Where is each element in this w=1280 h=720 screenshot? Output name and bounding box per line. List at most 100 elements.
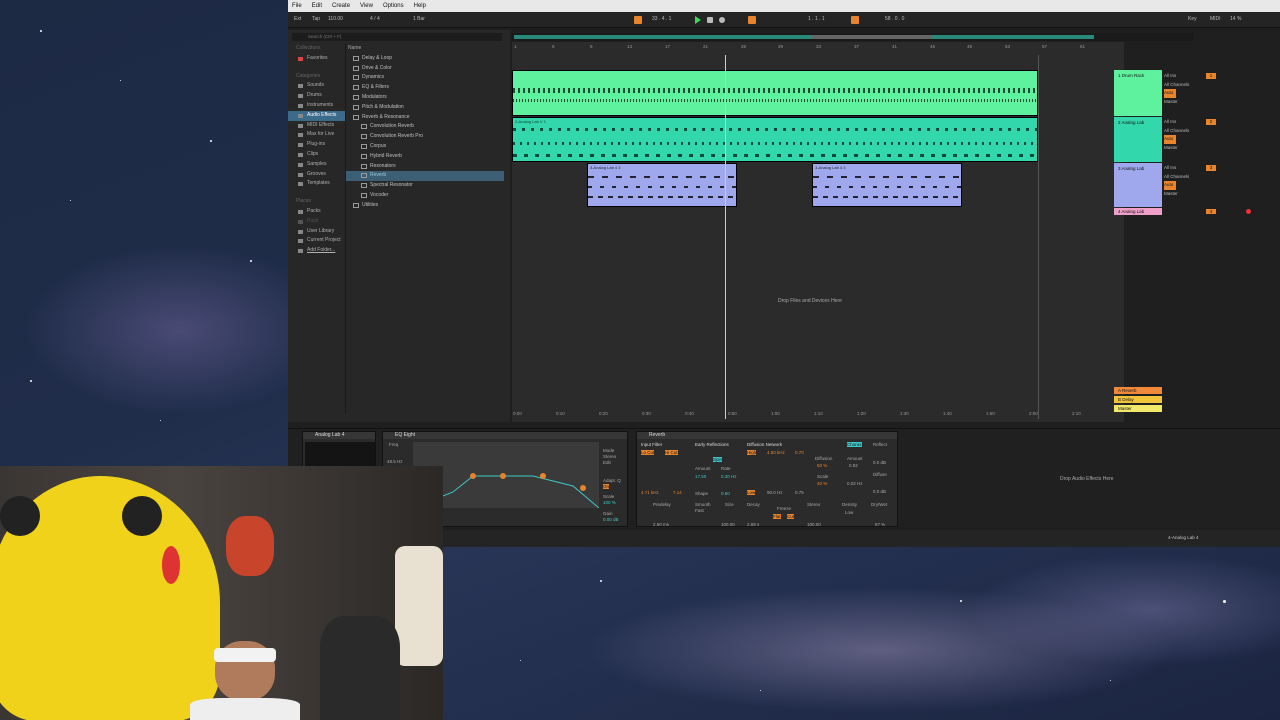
- eq-mode-select[interactable]: Stereo: [603, 454, 616, 459]
- return-track-reverb[interactable]: A Reverb: [1114, 387, 1162, 394]
- bar-ruler[interactable]: 1 5 9 13 17 21 25 29 33 37 41 45 49 53 5…: [512, 44, 1085, 54]
- reverb-filter-width[interactable]: 7.14: [673, 490, 682, 495]
- menu-file[interactable]: File: [292, 3, 302, 9]
- analog-lab-3-clip[interactable]: 3-Analog Lab 4 3: [812, 163, 963, 207]
- reverb-er-rate[interactable]: 0.30 Hz: [721, 474, 737, 479]
- reverb-diffuse-value[interactable]: 0.0 dB: [873, 489, 886, 494]
- reverb-size-value[interactable]: 100.00: [721, 522, 735, 527]
- reverb-low-freq[interactable]: 90.0 Hz: [767, 490, 783, 495]
- reverb-predelay-value[interactable]: 2.50 ms: [653, 522, 669, 527]
- reverb-reflect-value[interactable]: 0.0 dB: [873, 460, 886, 465]
- browser-item[interactable]: EQ & Filters: [346, 83, 504, 93]
- overview-strip[interactable]: [512, 33, 1194, 41]
- reverb-density-select[interactable]: Low: [845, 510, 853, 515]
- browser-item[interactable]: Convolution Reverb: [346, 122, 504, 132]
- reverb-shelf-freq[interactable]: 4.50 kHz: [767, 450, 785, 455]
- sidebar-item-samples[interactable]: Samples: [288, 160, 345, 170]
- reverb-hi-cut-button[interactable]: Hi Cut: [665, 450, 678, 455]
- sidebar-item-max-for-live[interactable]: Max for Live: [288, 130, 345, 140]
- loop-switch-icon[interactable]: [851, 16, 859, 24]
- reverb-lo-cut-button[interactable]: Lo Cut: [641, 450, 655, 455]
- input-channel-select[interactable]: All Channels: [1164, 81, 1202, 90]
- automation-arm-icon[interactable]: [748, 16, 756, 24]
- sidebar-item-current-project[interactable]: Current Project: [288, 236, 345, 246]
- browser-item[interactable]: Corpus: [346, 142, 504, 152]
- arm-icon[interactable]: [1246, 209, 1251, 214]
- reverb-spin-button[interactable]: Spin: [713, 457, 723, 462]
- quantize-select[interactable]: 1 Bar: [413, 16, 425, 22]
- browser-item[interactable]: Drive & Color: [346, 64, 504, 74]
- meter-field[interactable]: 4 / 4: [370, 16, 380, 22]
- reverb-scale-value[interactable]: 40 %: [817, 481, 827, 486]
- sidebar-item-instruments[interactable]: Instruments: [288, 101, 345, 111]
- input-type-select[interactable]: All Ins: [1164, 72, 1202, 81]
- loop-length-field[interactable]: 58 . 0 . 0: [885, 16, 904, 22]
- sidebar-item-sounds[interactable]: Sounds: [288, 81, 345, 91]
- tempo-field[interactable]: 110.00: [328, 16, 343, 22]
- tap-tempo-button[interactable]: Tap: [312, 16, 320, 22]
- reverb-stereo-value[interactable]: 100.00: [807, 522, 821, 527]
- output-select[interactable]: Master: [1164, 190, 1202, 199]
- reverb-decay-value[interactable]: 2.69 s: [747, 522, 759, 527]
- browser-item[interactable]: Spectral Resonator: [346, 181, 504, 191]
- track-header-analog-lab-4[interactable]: 4 Analog Lab: [1114, 208, 1162, 215]
- monitor-auto-button[interactable]: Auto: [1164, 89, 1176, 98]
- reverb-smooth-select[interactable]: Fast: [695, 508, 704, 513]
- menu-options[interactable]: Options: [383, 3, 404, 9]
- return-track-delay[interactable]: B Delay: [1114, 396, 1162, 403]
- browser-item[interactable]: Utilities: [346, 201, 504, 211]
- browser-item[interactable]: Delay & Loop: [346, 54, 504, 64]
- analog-lab-3-clip[interactable]: 3-Analog Lab 4 3: [587, 163, 738, 207]
- output-select[interactable]: Master: [1164, 144, 1202, 153]
- browser-item[interactable]: Modulators: [346, 93, 504, 103]
- time-ruler[interactable]: 0:00 0:10 0:20 0:30 0:40 0:50 1:00 1:10 …: [512, 411, 1124, 420]
- menu-view[interactable]: View: [360, 3, 373, 9]
- browser-item[interactable]: Convolution Reverb Pro: [346, 132, 504, 142]
- reverb-chorus-amount[interactable]: 0.02: [849, 463, 858, 468]
- record-icon[interactable]: [719, 17, 725, 23]
- reverb-drywet-value[interactable]: 67 %: [875, 522, 885, 527]
- reverb-flat-button[interactable]: Flat: [773, 514, 781, 519]
- eq-freq-value[interactable]: 48.5 Hz: [387, 459, 403, 464]
- follow-icon[interactable]: [634, 16, 642, 24]
- input-channel-select[interactable]: All Channels: [1164, 127, 1202, 136]
- sidebar-item-templates[interactable]: Templates: [288, 179, 345, 189]
- track-2-activator[interactable]: 2: [1206, 119, 1216, 125]
- reverb-diffusion-value[interactable]: 60 %: [817, 463, 827, 468]
- arrangement-position[interactable]: 33 . 4 . 1: [652, 16, 671, 22]
- track-header-analog-lab-2[interactable]: 2 Analog Lab: [1114, 117, 1162, 162]
- reverb-shape-value[interactable]: 0.50: [721, 491, 730, 496]
- reverb-cut-button[interactable]: Cut: [787, 514, 795, 519]
- menu-help[interactable]: Help: [414, 3, 426, 9]
- browser-item[interactable]: Hybrid Reverb: [346, 152, 504, 162]
- ext-sync-button[interactable]: Ext: [294, 16, 301, 22]
- sidebar-item-user-library[interactable]: User Library: [288, 227, 345, 237]
- browser-item[interactable]: Reverb & Resonance: [346, 113, 504, 123]
- reverb-filter-freq[interactable]: 4.71 kHz: [641, 490, 659, 495]
- eq-adapt-q-button[interactable]: On: [603, 484, 610, 489]
- track-header-analog-lab-3[interactable]: 3 Analog Lab: [1114, 163, 1162, 207]
- sidebar-item-plug-ins[interactable]: Plug-ins: [288, 140, 345, 150]
- search-input[interactable]: Search (Ctrl + F): [292, 33, 502, 41]
- reverb-device[interactable]: Reverb Input Filter Lo Cut Hi Cut 4.71 k…: [636, 431, 898, 527]
- master-track[interactable]: Master: [1114, 405, 1162, 412]
- sidebar-item-grooves[interactable]: Grooves: [288, 170, 345, 180]
- track-1-activator[interactable]: 1: [1206, 73, 1216, 79]
- browser-item-selected[interactable]: Reverb: [346, 171, 504, 182]
- sidebar-item-drums[interactable]: Drums: [288, 91, 345, 101]
- reverb-chorus-rate[interactable]: 0.02 Hz: [847, 481, 863, 486]
- analog-lab-2-clip[interactable]: 2-Analog Lab V 1: [512, 117, 1039, 162]
- menu-create[interactable]: Create: [332, 3, 350, 9]
- browser-item[interactable]: Dynamics: [346, 73, 504, 83]
- sidebar-item-clips[interactable]: Clips: [288, 150, 345, 160]
- input-type-select[interactable]: All Ins: [1164, 164, 1202, 173]
- eq-scale-value[interactable]: 100 %: [603, 500, 616, 505]
- track-3-activator[interactable]: 3: [1206, 165, 1216, 171]
- sidebar-item-favorites[interactable]: Favorites: [288, 54, 345, 64]
- sidebar-item-audio-effects[interactable]: Audio Effects: [288, 110, 345, 121]
- reverb-low-button[interactable]: Low: [747, 490, 756, 495]
- stop-icon[interactable]: [707, 17, 713, 23]
- track-4-activator[interactable]: 4: [1206, 209, 1216, 214]
- browser-item[interactable]: Resonators: [346, 162, 504, 172]
- midi-map-button[interactable]: MIDI: [1210, 16, 1221, 22]
